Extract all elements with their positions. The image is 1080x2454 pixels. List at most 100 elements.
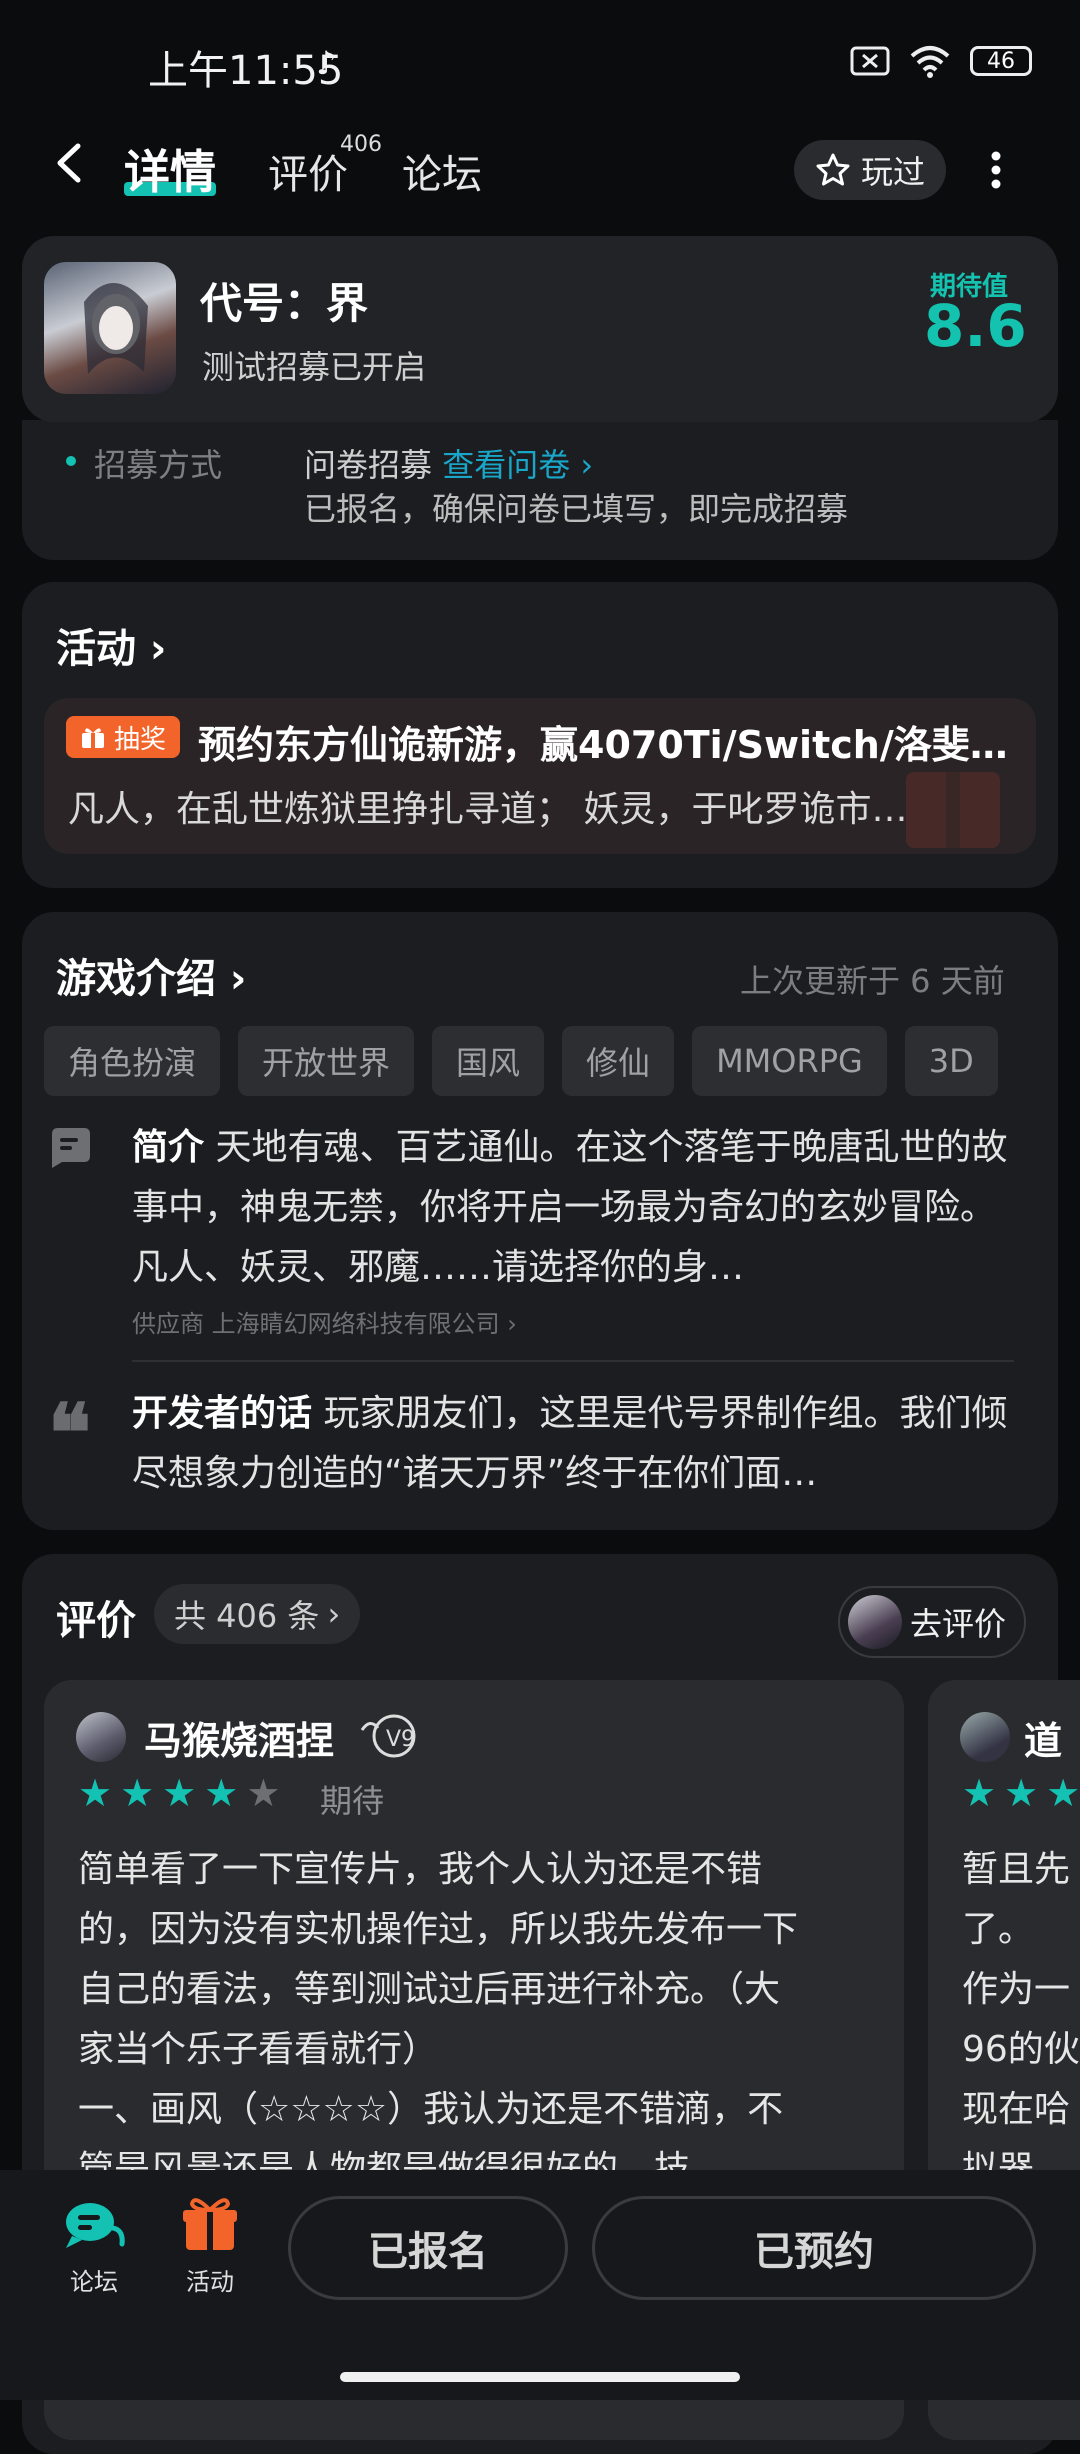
lottery-badge: 抽奖 xyxy=(66,716,181,758)
forum-nav-button[interactable]: 论坛 xyxy=(62,2198,126,2297)
review-text: 简单看了一下宣传片，我个人认为还是不错 的，因为没有实机操作过，所以我先发布一下… xyxy=(78,1840,878,2200)
signed-up-label: 已报名 xyxy=(368,2229,488,2275)
status-bar: 上午11:55 ♪ 46 xyxy=(0,0,1080,120)
review-author: 马猴烧酒捏 xyxy=(144,1719,335,1763)
game-header-card xyxy=(22,236,1058,422)
star-icon: ★ xyxy=(1046,1771,1080,1815)
review-count-pill[interactable]: 共 406 条 › xyxy=(154,1584,361,1644)
review-line: 96的伙 xyxy=(962,2029,1080,2070)
tag-item[interactable]: 开放世界 xyxy=(238,1026,415,1096)
game-icon[interactable] xyxy=(44,262,176,394)
review-tag: 期待 xyxy=(320,1782,385,1820)
activity-nav-label: 活动 xyxy=(186,2268,234,2296)
review-line: 暂且先 xyxy=(962,1849,1071,1890)
star-icon: ★ xyxy=(162,1771,197,1815)
wifi-icon xyxy=(910,46,950,78)
activity-item-desc: 凡人，在乱世炼狱里挣扎寻道； 妖灵，于叱罗诡市… xyxy=(68,789,908,830)
activity-nav-button[interactable]: 活动 xyxy=(180,2194,240,2297)
tag-item[interactable]: 修仙 xyxy=(562,1026,675,1096)
star-icon: ★ xyxy=(78,1771,113,1815)
recruit-label: 招募方式 xyxy=(94,446,223,484)
game-title: 代号：界 xyxy=(200,279,369,328)
home-indicator[interactable] xyxy=(340,2372,740,2382)
updated-time: 上次更新于 6 天前 xyxy=(740,962,1005,1000)
more-icon[interactable] xyxy=(990,150,1002,190)
activity-item-title: 预约东方仙诡新游，赢4070Ti/Switch/洛斐… xyxy=(198,723,1008,767)
review-line: 家当个乐子看看就行） xyxy=(78,2029,439,2070)
tag-item[interactable]: 角色扮演 xyxy=(44,1026,221,1096)
tab-reviews[interactable]: 评价 xyxy=(268,142,348,200)
review-line: 简单看了一下宣传片，我个人认为还是不错 xyxy=(78,1849,763,1890)
summary-label: 简介 xyxy=(132,1127,205,1168)
developer-words[interactable]: 开发者的话 玩家朋友们，这里是代号界制作组。我们倾尽想象力创造的“诸天万界”终于… xyxy=(132,1384,1012,1504)
reserved-button[interactable]: 已预约 xyxy=(592,2196,1036,2300)
review-line: 一、画风（☆☆☆☆）我认为还是不错滴，不 xyxy=(78,2089,784,2130)
tag-item[interactable]: 国风 xyxy=(432,1026,545,1096)
review-line: 了。 xyxy=(962,1909,1035,1950)
tag-item[interactable]: MMORPG xyxy=(692,1026,887,1096)
tab-forum[interactable]: 论坛 xyxy=(402,142,482,200)
played-label: 玩过 xyxy=(860,153,925,191)
review-line: 现在哈 xyxy=(962,2089,1071,2130)
review-count-text: 共 406 条 xyxy=(174,1597,320,1635)
summary-icon xyxy=(52,1128,90,1168)
summary-body: 天地有魂、百艺通仙。在这个落笔于晚唐乱世的故事中，神鬼无禁，你将开启一场最为奇幻… xyxy=(132,1127,1008,1288)
back-icon[interactable] xyxy=(48,140,94,186)
reviews-title: 评价 xyxy=(56,1598,136,1644)
star-icon: ★ xyxy=(1004,1771,1039,1815)
recruit-value-row: 问卷招募 查看问卷 › xyxy=(304,440,593,486)
review-author: 道 xyxy=(1024,1719,1063,1763)
intro-title: 游戏介绍 xyxy=(56,956,216,1002)
game-subtitle: 测试招募已开启 xyxy=(202,348,427,386)
forum-nav-label: 论坛 xyxy=(70,2268,118,2296)
battery-icon: 46 xyxy=(970,46,1032,76)
avatar xyxy=(76,1712,126,1762)
gift-icon xyxy=(183,2198,237,2250)
write-review-button[interactable]: 去评价 xyxy=(838,1586,1026,1658)
tiktok-icon: ♪ xyxy=(316,44,337,82)
quote-icon: ❝ xyxy=(48,1386,92,1480)
reserved-label: 已预约 xyxy=(754,2229,874,2275)
user-badge-icon: V9 xyxy=(360,1714,416,1758)
sim-off-icon xyxy=(850,46,890,76)
lottery-label: 抽奖 xyxy=(114,724,167,755)
expectation-value: 8.6 xyxy=(924,292,1027,360)
view-questionnaire-link[interactable]: 查看问卷 › xyxy=(442,446,593,484)
intro-section-title[interactable]: 游戏介绍 › xyxy=(56,946,246,1004)
status-time: 上午11:55 xyxy=(148,48,344,94)
view-questionnaire-label: 查看问卷 xyxy=(442,446,571,484)
tag-item[interactable]: 3D xyxy=(904,1026,998,1096)
battery-level: 46 xyxy=(987,48,1015,74)
star-icon: ★ xyxy=(204,1771,239,1815)
star-badge-icon xyxy=(816,153,850,186)
gift-icon xyxy=(82,728,104,748)
game-character-art xyxy=(84,282,148,374)
activity-section-title[interactable]: 活动 › xyxy=(56,616,166,674)
played-button[interactable]: 玩过 xyxy=(794,140,946,200)
avatar xyxy=(848,1595,902,1649)
review-count-badge: 406 xyxy=(340,132,382,157)
star-icon: ★ xyxy=(246,1771,281,1815)
summary-text[interactable]: 简介 天地有魂、百艺通仙。在这个落笔于晚唐乱世的故事中，神鬼无禁，你将开启一场最… xyxy=(132,1118,1012,1298)
signed-up-button[interactable]: 已报名 xyxy=(288,2196,568,2300)
review-line: 的，因为没有实机操作过，所以我先发布一下 xyxy=(78,1909,799,1950)
tab-details[interactable]: 详情 xyxy=(124,136,216,202)
review-line: 自己的看法，等到测试过后再进行补充。（大 xyxy=(78,1969,781,2010)
avatar xyxy=(960,1712,1010,1762)
star-icon: ★ xyxy=(120,1771,155,1815)
supplier-name: 上海睛幻网络科技有限公司 xyxy=(211,1310,500,1338)
star-rating: ★ ★ ★ ★ ★ xyxy=(78,1774,280,1812)
supplier-link[interactable]: 供应商 上海睛幻网络科技有限公司 › xyxy=(132,1304,517,1339)
activity-title: 活动 xyxy=(56,626,136,672)
review-text: 暂且先 了。 作为一 96的伙 现在哈 拟器 xyxy=(962,1840,1080,2200)
chat-icon xyxy=(66,2203,125,2248)
star-icon: ★ xyxy=(962,1771,997,1815)
review-line: 作为一 xyxy=(962,1969,1071,2010)
bullet-dot xyxy=(66,456,76,466)
svg-text:V9: V9 xyxy=(386,1727,415,1752)
recruit-value: 问卷招募 xyxy=(304,446,433,484)
divider xyxy=(132,1360,1014,1362)
recruit-note: 已报名，确保问卷已填写，即完成招募 xyxy=(304,490,849,528)
developer-label: 开发者的话 xyxy=(132,1393,313,1434)
supplier-label: 供应商 xyxy=(132,1310,204,1338)
